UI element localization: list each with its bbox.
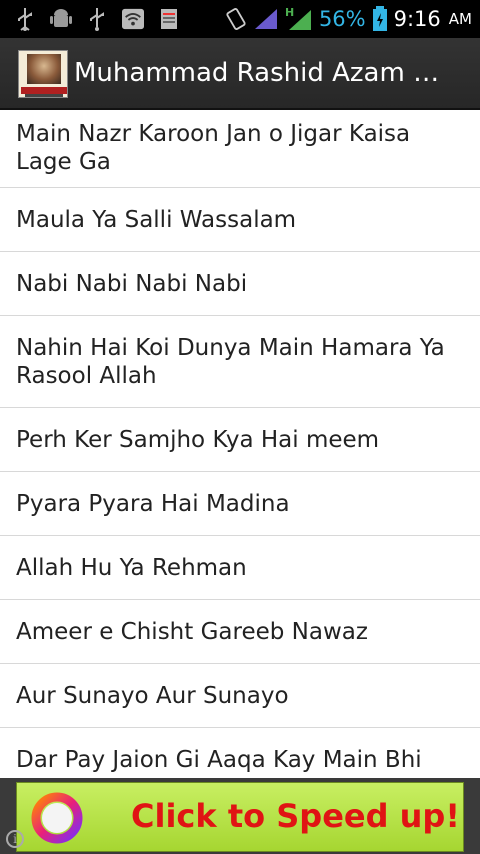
- storage-icon: [158, 7, 180, 31]
- list-item-label: Main Nazr Karoon Jan o Jigar Kaisa Lage …: [16, 120, 411, 175]
- list-item[interactable]: Pyara Pyara Hai Madina: [0, 472, 480, 536]
- android-icon: [50, 7, 72, 31]
- list-item-label: Dar Pay Jaion Gi Aaqa Kay Main Bhi: [16, 746, 422, 773]
- status-bar-notifications: [14, 6, 180, 32]
- vibrate-icon: [225, 7, 247, 31]
- list-item-label: Ameer e Chisht Gareeb Nawaz: [16, 618, 368, 645]
- ad-banner[interactable]: Click to Speed up! i: [0, 778, 480, 854]
- ad-cta-text[interactable]: Click to Speed up!: [131, 797, 460, 835]
- list-item-label: Nahin Hai Koi Dunya Main Hamara Ya Rasoo…: [16, 334, 445, 389]
- data-signal-icon: H: [285, 6, 313, 31]
- usb-icon: [14, 7, 36, 31]
- wifi-icon: [122, 7, 144, 31]
- list-item[interactable]: Perh Ker Samjho Kya Hai meem: [0, 408, 480, 472]
- list-item[interactable]: Nahin Hai Koi Dunya Main Hamara Ya Rasoo…: [0, 316, 480, 408]
- list-item[interactable]: Nabi Nabi Nabi Nabi: [0, 252, 480, 316]
- list-item[interactable]: Allah Hu Ya Rehman: [0, 536, 480, 600]
- action-bar: Muhammad Rashid Azam Na…: [0, 38, 480, 110]
- clock-time: 9:16: [393, 7, 441, 31]
- list-item-label: Pyara Pyara Hai Madina: [16, 490, 290, 517]
- list-item[interactable]: Dar Pay Jaion Gi Aaqa Kay Main Bhi: [0, 728, 480, 778]
- list-item[interactable]: Maula Ya Salli Wassalam: [0, 188, 480, 252]
- battery-charging-icon: [372, 6, 388, 31]
- signal-icon: [253, 7, 279, 31]
- status-bar-system: H 56% 9:16 AM: [225, 4, 472, 34]
- usb-icon: [86, 7, 108, 31]
- naat-list[interactable]: Main Nazr Karoon Jan o Jigar Kaisa Lage …: [0, 110, 480, 778]
- app-logo-icon[interactable]: [18, 50, 68, 98]
- status-bar: H 56% 9:16 AM: [0, 0, 480, 38]
- clock-ampm: AM: [448, 10, 472, 28]
- list-item[interactable]: Aur Sunayo Aur Sunayo: [0, 664, 480, 728]
- info-icon[interactable]: i: [6, 830, 24, 848]
- list-item-label: Nabi Nabi Nabi Nabi: [16, 270, 248, 297]
- list-item-label: Perh Ker Samjho Kya Hai meem: [16, 426, 380, 453]
- speed-ring-icon: [29, 790, 85, 846]
- list-item[interactable]: Main Nazr Karoon Jan o Jigar Kaisa Lage …: [0, 110, 480, 188]
- network-type-label: H: [285, 6, 294, 19]
- ad-content[interactable]: Click to Speed up!: [16, 782, 464, 852]
- list-item[interactable]: Ameer e Chisht Gareeb Nawaz: [0, 600, 480, 664]
- list-item-label: Allah Hu Ya Rehman: [16, 554, 247, 581]
- list-item-label: Aur Sunayo Aur Sunayo: [16, 682, 289, 709]
- battery-percent: 56%: [318, 7, 366, 31]
- app-title: Muhammad Rashid Azam Na…: [74, 58, 454, 88]
- list-item-label: Maula Ya Salli Wassalam: [16, 206, 297, 233]
